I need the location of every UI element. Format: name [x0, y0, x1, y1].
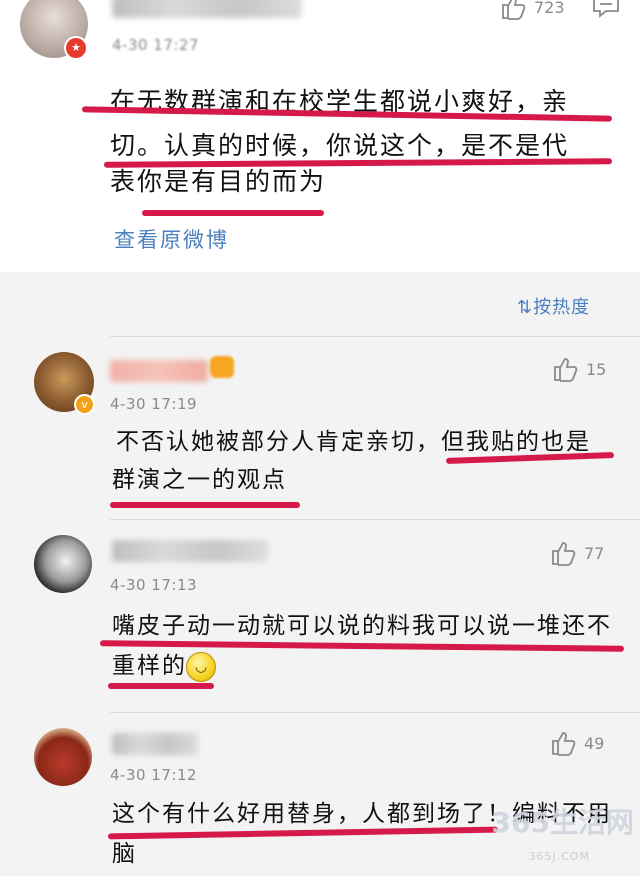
comment-like-button[interactable]: 77 — [550, 540, 604, 566]
highlight-underline — [108, 683, 214, 689]
smile-emoji-icon: ◡ — [186, 652, 216, 682]
divider — [110, 519, 640, 520]
comment-like-count: 49 — [584, 733, 605, 753]
comment-like-count: 77 — [584, 543, 605, 563]
commenter-name[interactable] — [112, 540, 268, 562]
highlight-underline — [110, 502, 300, 508]
thumbs-up-icon — [554, 358, 578, 382]
post-like-button[interactable]: 723 — [500, 0, 565, 20]
commenter-name[interactable] — [110, 360, 208, 382]
original-post-card: ★ 4-30 17:27 723 在无数群演和在校学生都说小爽好，亲 切。认真的… — [0, 0, 640, 272]
post-time: 4-30 17:27 — [112, 36, 200, 54]
thumbs-up-icon — [552, 542, 576, 566]
verified-badge-icon: v — [74, 394, 95, 415]
thumbs-up-icon — [502, 0, 526, 20]
sort-icon: ⇅ — [517, 297, 534, 318]
verified-badge-icon: ★ — [64, 36, 88, 60]
comment-time: 4-30 17:12 — [110, 766, 198, 784]
comment-like-button[interactable]: 49 — [550, 730, 604, 756]
view-original-weibo-link[interactable]: 查看原微博 — [114, 224, 229, 254]
comment-text-line-2: 重样的 — [112, 653, 187, 679]
highlight-underline — [142, 210, 324, 216]
comment-like-count: 15 — [586, 359, 607, 379]
watermark-url: 365J.COM — [528, 850, 590, 863]
member-crown-icon — [210, 356, 234, 378]
comment-icon[interactable] — [592, 0, 620, 18]
commenter-avatar[interactable] — [34, 535, 92, 593]
divider — [110, 336, 640, 337]
post-like-count: 723 — [534, 0, 565, 17]
sort-by-heat-button[interactable]: ⇅按热度 — [517, 293, 590, 319]
watermark-logo: 365生活网 — [491, 806, 634, 839]
post-author-name[interactable] — [112, 0, 302, 18]
divider — [110, 712, 640, 713]
comment-like-button[interactable]: 15 — [552, 356, 606, 382]
comment-time: 4-30 17:13 — [110, 576, 198, 594]
sort-label: 按热度 — [533, 297, 591, 318]
commenter-name[interactable] — [112, 733, 198, 755]
thumbs-up-icon — [552, 732, 576, 756]
comment-time: 4-30 17:19 — [110, 395, 198, 413]
comment-text-line-2: 群演之一的观点 — [112, 467, 287, 493]
commenter-avatar[interactable] — [34, 728, 92, 786]
